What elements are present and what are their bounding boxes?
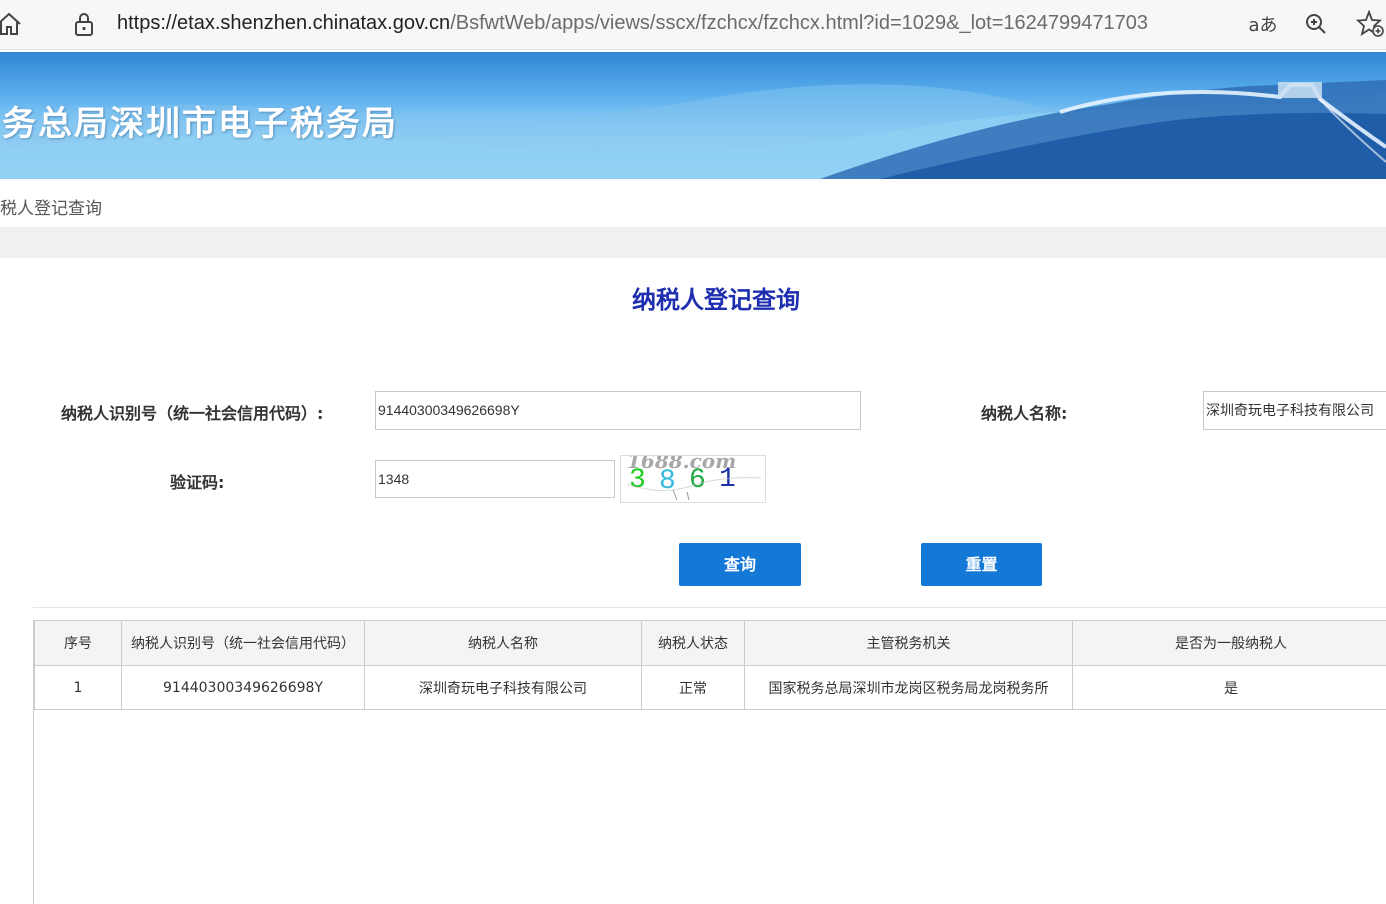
cell-status: 正常 — [641, 665, 745, 710]
divider — [33, 607, 1386, 608]
toolbar-strip — [0, 227, 1386, 258]
col-header-taxid: 纳税人识别号（统一社会信用代码） — [121, 620, 365, 666]
table-header-row: 序号 纳税人识别号（统一社会信用代码） 纳税人名称 纳税人状态 主管税务机关 是… — [34, 620, 1386, 666]
taxpayer-name-label: 纳税人名称: — [981, 404, 1068, 423]
zoom-icon[interactable] — [1301, 9, 1331, 39]
captcha-input[interactable]: 1348 — [375, 460, 615, 498]
col-header-status: 纳税人状态 — [641, 620, 745, 666]
banner-title: 务总局深圳市电子税务局 — [2, 104, 398, 144]
col-header-index: 序号 — [34, 620, 122, 666]
browser-address-bar: https://etax.shenzhen.chinatax.gov.cn/Bs… — [0, 0, 1386, 50]
table-row[interactable]: 1 91440300349626698Y 深圳奇玩电子科技有限公司 正常 国家税… — [34, 665, 1386, 710]
captcha-label: 验证码: — [170, 473, 225, 492]
page-title: 纳税人登记查询 — [632, 286, 800, 314]
lock-icon[interactable] — [72, 11, 96, 37]
cell-general-taxpayer: 是 — [1072, 665, 1386, 710]
address-url[interactable]: https://etax.shenzhen.chinatax.gov.cn/Bs… — [117, 10, 1148, 36]
home-icon[interactable] — [0, 11, 24, 37]
query-button[interactable]: 查询 — [679, 543, 801, 586]
cell-taxid: 91440300349626698Y — [121, 665, 365, 710]
col-header-tax-authority: 主管税务机关 — [744, 620, 1073, 666]
results-table: 序号 纳税人识别号（统一社会信用代码） 纳税人名称 纳税人状态 主管税务机关 是… — [33, 620, 1386, 904]
col-header-general-taxpayer: 是否为一般纳税人 — [1072, 620, 1386, 666]
add-favorite-icon[interactable] — [1356, 9, 1386, 39]
captcha-char: 3 — [629, 465, 646, 496]
url-host: https://etax.shenzhen.chinatax.gov.cn — [117, 12, 451, 34]
cell-index: 1 — [34, 665, 122, 710]
reset-button[interactable]: 重置 — [921, 543, 1042, 586]
captcha-char: 6 — [689, 465, 706, 496]
breadcrumb: 税人登记查询 — [0, 199, 102, 219]
taxid-input[interactable]: 91440300349626698Y — [375, 391, 861, 430]
col-header-name: 纳税人名称 — [364, 620, 642, 666]
cell-tax-authority: 国家税务总局深圳市龙岗区税务局龙岗税务所 — [744, 665, 1073, 710]
captcha-char: 8 — [659, 466, 676, 497]
read-aloud-icon[interactable]: aあ — [1248, 9, 1278, 39]
site-banner: 务总局深圳市电子税务局 — [0, 52, 1386, 179]
taxid-label: 纳税人识别号（统一社会信用代码）: — [61, 404, 324, 423]
taxpayer-name-input[interactable]: 深圳奇玩电子科技有限公司 — [1203, 391, 1386, 430]
captcha-image[interactable]: 1688.com 3861 — [620, 449, 766, 503]
url-path: /BsfwtWeb/apps/views/sscx/fzchcx/fzchcx.… — [450, 12, 1148, 34]
cell-name: 深圳奇玩电子科技有限公司 — [364, 665, 642, 710]
